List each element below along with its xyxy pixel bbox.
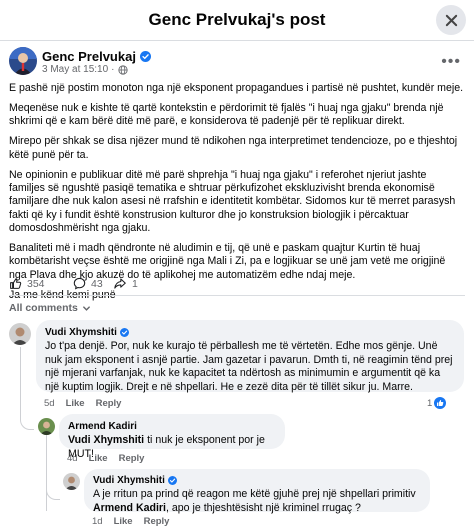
verified-badge-icon xyxy=(167,476,177,486)
dialog-header: Genc Prelvukaj's post xyxy=(0,0,474,41)
more-options-icon[interactable]: ••• xyxy=(441,53,461,71)
share-icon xyxy=(114,278,126,289)
reaction-count[interactable]: 354 xyxy=(27,278,45,290)
comment-author-name[interactable]: Vudi Xhymshiti xyxy=(45,326,117,339)
close-button[interactable] xyxy=(436,5,466,35)
like-button[interactable]: Like xyxy=(66,398,85,409)
verified-badge-icon xyxy=(139,51,151,62)
comment-author-name[interactable]: Vudi Xhymshiti xyxy=(93,474,165,487)
author-name[interactable]: Genc Prelvukaj xyxy=(42,49,151,64)
commenter-avatar[interactable] xyxy=(9,323,31,345)
post-timestamp[interactable]: 3 May at 15:10 xyxy=(42,64,108,75)
dialog-title: Genc Prelvukaj's post xyxy=(148,10,326,29)
thread-connector xyxy=(20,350,34,430)
comment-author-name[interactable]: Armend Kadiri xyxy=(68,420,137,433)
like-count-value: 1 xyxy=(427,397,433,409)
comment-author[interactable]: Armend Kadiri xyxy=(68,420,276,433)
post-paragraph: E pashë një postim monoton nga një ekspo… xyxy=(9,82,464,94)
like-badge-icon xyxy=(434,397,447,409)
comment-time[interactable]: 1d xyxy=(92,516,103,527)
comments-filter[interactable]: All comments xyxy=(9,302,91,314)
like-button[interactable]: Like xyxy=(114,516,133,527)
comment-bubble: Vudi Xhymshiti A je rritun pa prind që r… xyxy=(84,469,430,515)
like-reaction[interactable]: 354 xyxy=(9,277,45,290)
comment-icon xyxy=(73,277,86,290)
verified-badge-icon xyxy=(119,328,129,338)
comment-actions: 4d Like Reply xyxy=(67,453,144,464)
commenter-avatar[interactable] xyxy=(63,473,80,490)
chevron-down-icon xyxy=(82,305,90,311)
reply-button[interactable]: Reply xyxy=(144,516,170,527)
thumbs-up-icon xyxy=(10,278,22,289)
comment-author[interactable]: Vudi Xhymshiti xyxy=(45,326,455,339)
comment-actions: 1d Like Reply xyxy=(92,516,169,527)
comment-actions: 5d Like Reply xyxy=(44,398,121,409)
post-meta: 3 May at 15:10 · xyxy=(42,64,128,75)
comment-author[interactable]: Vudi Xhymshiti xyxy=(93,474,421,487)
comment-count[interactable]: 43 xyxy=(91,278,103,290)
post-paragraph: Ne opinionin e publikuar ditë më parë sh… xyxy=(9,168,456,235)
reply-button[interactable]: Reply xyxy=(119,453,145,464)
comments-filter-label[interactable]: All comments xyxy=(9,302,78,314)
divider xyxy=(9,295,465,296)
mention-link[interactable]: Vudi Xhymshiti xyxy=(68,434,144,446)
reactions-bar: 354 43 1 xyxy=(9,277,465,291)
mention-link[interactable]: Armend Kadiri xyxy=(93,502,166,514)
comment-text: A je rritun pa prind që reagon me këtë g… xyxy=(93,488,421,515)
close-icon xyxy=(445,14,457,26)
reply-button[interactable]: Reply xyxy=(96,398,122,409)
comment-like-count[interactable]: 1 xyxy=(427,397,447,409)
thread-connector xyxy=(46,440,60,500)
commenter-avatar[interactable] xyxy=(38,418,55,435)
author-avatar[interactable] xyxy=(9,47,37,75)
comment-text-body: , apo je thjeshtësisht një kriminel rrug… xyxy=(166,501,361,514)
meta-separator: · xyxy=(111,64,115,75)
comment-time[interactable]: 5d xyxy=(44,398,55,409)
comment-text: Jo t'pa denjë. Por, nuk ke kurajo të për… xyxy=(45,340,453,393)
comment-reaction[interactable]: 43 xyxy=(73,277,103,290)
like-button[interactable]: Like xyxy=(89,453,108,464)
comment-bubble: Armend Kadiri Vudi Xhymshiti ti nuk je e… xyxy=(59,414,285,460)
share-reaction[interactable]: 1 xyxy=(113,277,138,290)
post-paragraph: Meqenëse nuk e kishte të qartë konteksti… xyxy=(9,101,444,128)
post-paragraph: Mirepo për shkak se disa njëzer mund të … xyxy=(9,135,458,161)
comment-time[interactable]: 4d xyxy=(67,453,78,464)
author-name-text[interactable]: Genc Prelvukaj xyxy=(42,49,136,64)
comment-bubble: Vudi Xhymshiti Jo t'pa denjë. Por, nuk k… xyxy=(36,320,464,393)
comment-text-body: A je rritun pa prind që reagon me këtë g… xyxy=(93,488,416,501)
post-header: Genc Prelvukaj 3 May at 15:10 · ••• xyxy=(9,47,465,79)
post-body: E pashë një postim monoton nga një ekspo… xyxy=(9,82,465,309)
globe-icon xyxy=(117,64,128,75)
share-count[interactable]: 1 xyxy=(132,278,138,290)
